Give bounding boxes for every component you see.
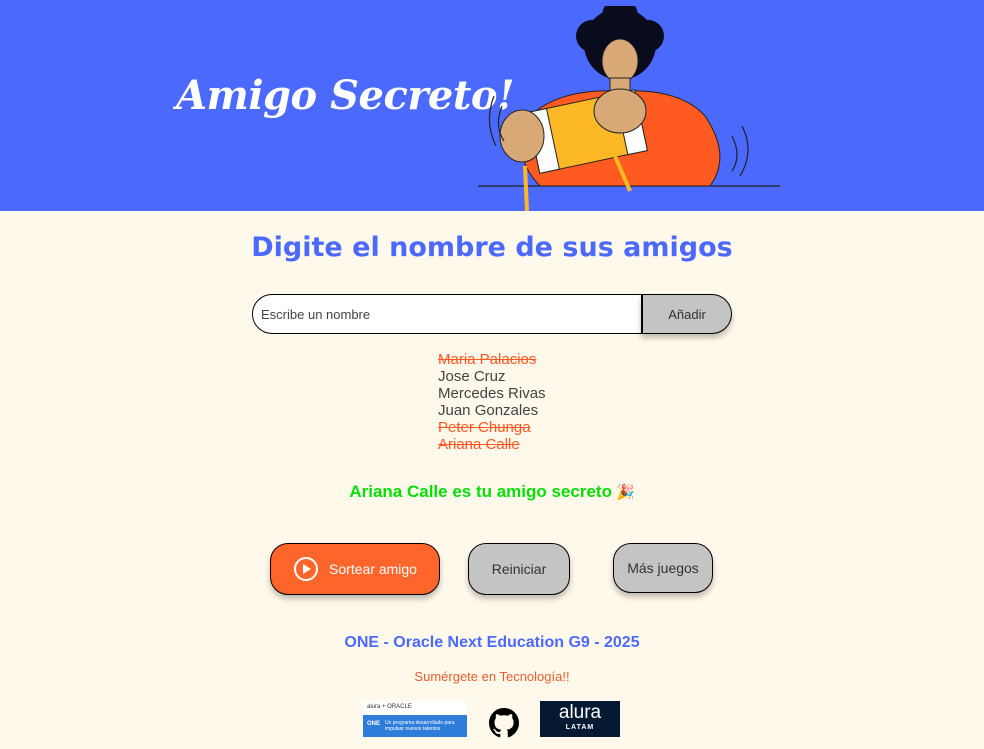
add-friend-form: Añadir bbox=[252, 294, 732, 334]
play-icon bbox=[294, 557, 319, 581]
list-item: Maria Palacios bbox=[438, 351, 537, 368]
one-logo-tagline: Un programa desarrollado para impulsar n… bbox=[385, 720, 455, 732]
alura-latam-logo[interactable]: alura LATAM bbox=[540, 701, 620, 737]
list-item: Juan Gonzales bbox=[438, 402, 539, 419]
one-logo-partners: alura + ORACLE bbox=[367, 704, 412, 710]
result-text: Ariana Calle es tu amigo secreto bbox=[349, 482, 612, 501]
list-item: Peter Chunga bbox=[438, 419, 531, 436]
one-program-logo[interactable]: alura + ORACLE ONE Un programa desarroll… bbox=[363, 701, 467, 737]
hero-banner: Amigo Secreto! bbox=[0, 0, 984, 211]
app-title: Amigo Secreto! bbox=[176, 72, 515, 119]
alura-logo-name: alura bbox=[558, 702, 602, 723]
one-logo-bar: ONE Un programa desarrollado para impuls… bbox=[363, 715, 467, 737]
list-item: Mercedes Rivas bbox=[438, 385, 546, 402]
party-popper-icon: 🎉 bbox=[615, 484, 635, 501]
list-item: Ariana Calle bbox=[438, 436, 520, 453]
draw-friend-label: Sortear amigo bbox=[329, 561, 417, 577]
section-title: Digite el nombre de sus amigos bbox=[251, 232, 733, 263]
footer-title: ONE - Oracle Next Education G9 - 2025 bbox=[344, 634, 640, 651]
footer-subtitle: Sumérgete en Tecnología!! bbox=[414, 669, 570, 684]
github-icon[interactable] bbox=[489, 708, 519, 738]
friend-list: Maria Palacios Jose Cruz Mercedes Rivas … bbox=[438, 351, 546, 453]
list-item: Jose Cruz bbox=[438, 368, 506, 385]
reset-button[interactable]: Reiniciar bbox=[468, 543, 570, 595]
draw-friend-button[interactable]: Sortear amigo bbox=[270, 543, 440, 595]
alura-logo-region: LATAM bbox=[565, 724, 595, 731]
add-button[interactable]: Añadir bbox=[641, 294, 732, 334]
name-input[interactable] bbox=[252, 294, 642, 334]
more-games-button[interactable]: Más juegos bbox=[613, 543, 713, 593]
result-message: Ariana Calle es tu amigo secreto 🎉 bbox=[0, 482, 984, 502]
one-logo-brand: ONE bbox=[367, 721, 381, 727]
person-with-gift-illustration bbox=[478, 6, 780, 211]
